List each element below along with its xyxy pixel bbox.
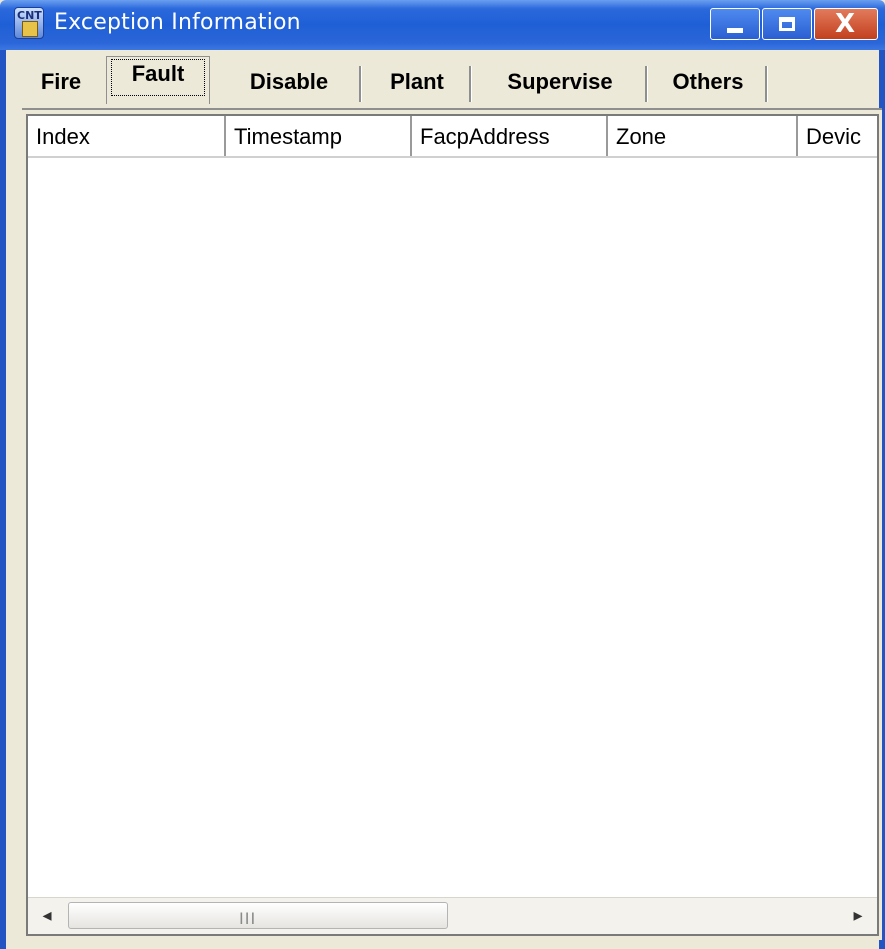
horizontal-scrollbar[interactable]: ◂ III ▸ bbox=[28, 897, 877, 934]
window-frame-left bbox=[0, 50, 6, 949]
tab-label: Plant bbox=[390, 69, 444, 94]
exception-information-window: CNT Exception Information X Fire Fault D… bbox=[0, 0, 885, 949]
app-icon[interactable]: CNT bbox=[14, 7, 44, 39]
tab-label: Supervise bbox=[507, 69, 613, 94]
window-title: Exception Information bbox=[54, 10, 301, 35]
column-header-facpaddress[interactable]: FacpAddress bbox=[412, 116, 608, 156]
scrollbar-grip-icon: III bbox=[239, 909, 257, 928]
scrollbar-thumb[interactable]: III bbox=[68, 902, 448, 929]
column-header-device[interactable]: Devic bbox=[798, 116, 877, 156]
app-icon-body bbox=[22, 21, 38, 37]
tab-disable[interactable]: Disable bbox=[216, 60, 362, 104]
tab-plant[interactable]: Plant bbox=[362, 60, 472, 104]
tab-fault[interactable]: Fault bbox=[106, 56, 210, 104]
scroll-right-arrow-icon[interactable]: ▸ bbox=[843, 902, 873, 930]
tab-others[interactable]: Others bbox=[648, 60, 768, 104]
close-button[interactable]: X bbox=[814, 8, 878, 40]
tab-fire[interactable]: Fire bbox=[20, 60, 102, 104]
column-header-index[interactable]: Index bbox=[28, 116, 226, 156]
scroll-left-arrow-icon[interactable]: ◂ bbox=[32, 902, 62, 930]
column-header-label: FacpAddress bbox=[420, 124, 550, 149]
list-header: Index Timestamp FacpAddress Zone Devic bbox=[28, 116, 877, 158]
title-bar[interactable]: CNT Exception Information X bbox=[0, 0, 885, 50]
tab-label: Others bbox=[672, 69, 744, 94]
tab-label: Fault bbox=[131, 61, 185, 86]
column-header-zone[interactable]: Zone bbox=[608, 116, 798, 156]
minimize-button[interactable] bbox=[710, 8, 760, 40]
tab-supervise[interactable]: Supervise bbox=[472, 60, 648, 104]
column-header-timestamp[interactable]: Timestamp bbox=[226, 116, 412, 156]
column-header-label: Zone bbox=[616, 124, 667, 149]
list-rows-area[interactable] bbox=[28, 158, 877, 898]
exception-list-view[interactable]: Index Timestamp FacpAddress Zone Devic ◂… bbox=[26, 114, 879, 936]
close-icon: X bbox=[835, 9, 856, 39]
tab-label: Disable bbox=[249, 69, 329, 94]
tab-label: Fire bbox=[40, 69, 82, 94]
minimize-icon bbox=[727, 28, 743, 33]
column-header-label: Devic bbox=[806, 124, 862, 149]
maximize-icon bbox=[779, 17, 795, 31]
column-header-label: Index bbox=[36, 124, 90, 149]
maximize-button[interactable] bbox=[762, 8, 812, 40]
tab-separator bbox=[765, 66, 768, 102]
column-header-label: Timestamp bbox=[234, 124, 342, 149]
